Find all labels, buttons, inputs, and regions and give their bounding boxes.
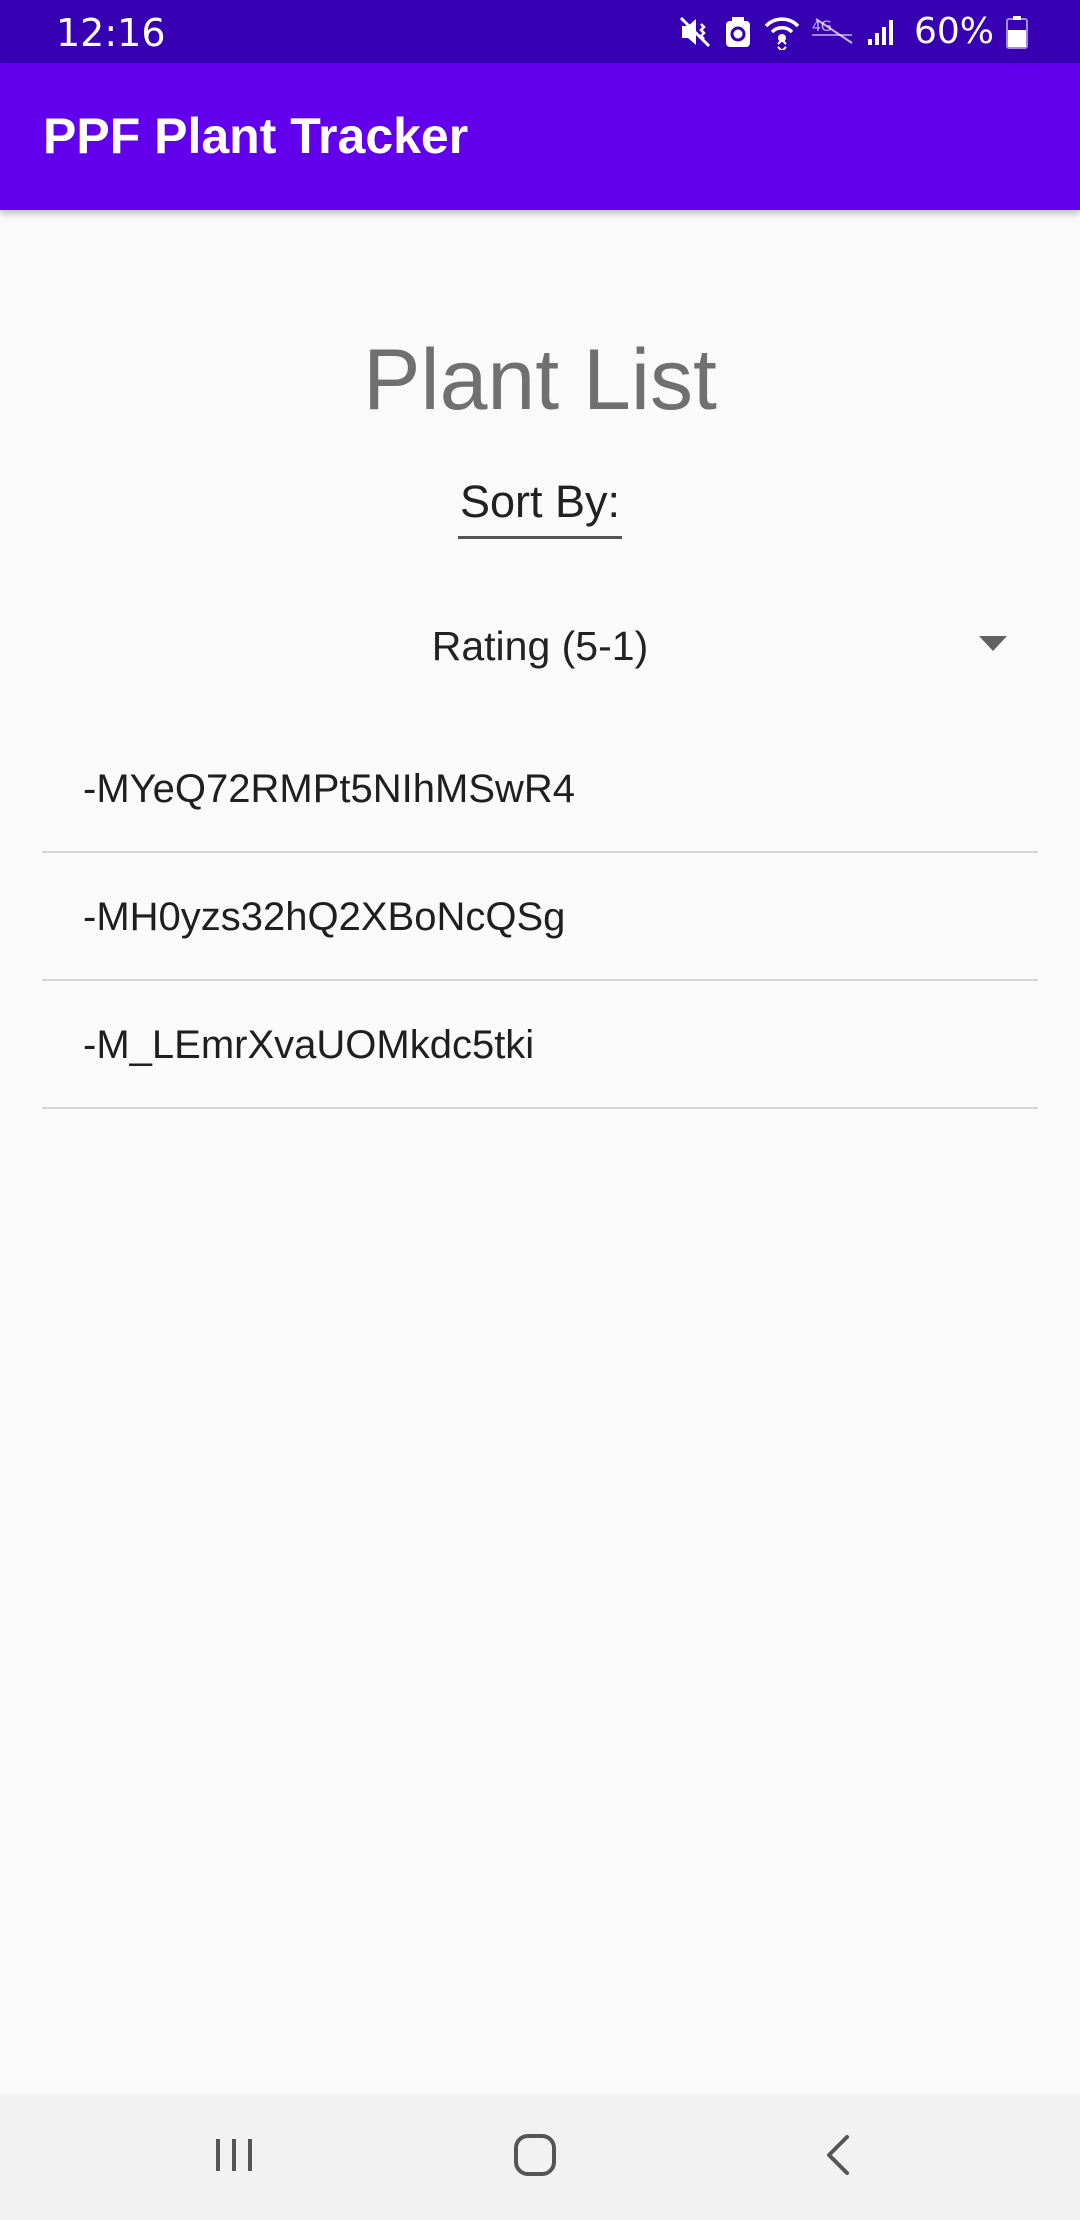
plant-list: -MYeQ72RMPt5NIhMSwR4 -MH0yzs32hQ2XBoNcQS…: [42, 725, 1038, 1109]
plant-id-label: -MH0yzs32hQ2XBoNcQSg: [83, 895, 566, 939]
sort-label-container: Sort By:: [0, 474, 1080, 539]
volte-icon: 4G: [811, 17, 854, 47]
battery-icon: [1006, 15, 1028, 49]
plant-id-label: -MYeQ72RMPt5NIhMSwR4: [83, 767, 576, 811]
app-title: PPF Plant Tracker: [43, 108, 469, 164]
recent-apps-button[interactable]: [154, 2094, 314, 2220]
recent-apps-icon: [212, 2135, 256, 2180]
status-bar: 12:16 4G 60%: [0, 0, 1080, 63]
navigation-bar: [0, 2094, 1080, 2220]
status-icons: 4G 60%: [678, 0, 1028, 63]
back-button[interactable]: [758, 2094, 918, 2220]
signal-icon: [866, 17, 896, 47]
battery-percentage: 60%: [913, 11, 994, 52]
plant-list-item[interactable]: -M_LEmrXvaUOMkdc5tki: [42, 981, 1038, 1109]
dropdown-arrow-icon: [979, 636, 1007, 651]
wifi-icon: [764, 14, 800, 50]
page-title: Plant List: [363, 332, 717, 428]
home-button[interactable]: [455, 2094, 615, 2220]
status-time: 12:16: [56, 11, 166, 55]
sort-dropdown-value: Rating (5-1): [431, 623, 649, 669]
mute-vibrate-icon: [678, 15, 712, 49]
data-saver-icon: [724, 15, 752, 49]
app-bar: PPF Plant Tracker: [0, 63, 1080, 210]
home-icon: [512, 2132, 558, 2183]
plant-list-item[interactable]: -MYeQ72RMPt5NIhMSwR4: [42, 725, 1038, 853]
back-icon: [823, 2133, 853, 2182]
plant-id-label: -M_LEmrXvaUOMkdc5tki: [83, 1023, 535, 1067]
sort-by-label: Sort By:: [457, 474, 623, 539]
sort-dropdown[interactable]: Rating (5-1): [44, 600, 1036, 692]
plant-list-item[interactable]: -MH0yzs32hQ2XBoNcQSg: [42, 853, 1038, 981]
